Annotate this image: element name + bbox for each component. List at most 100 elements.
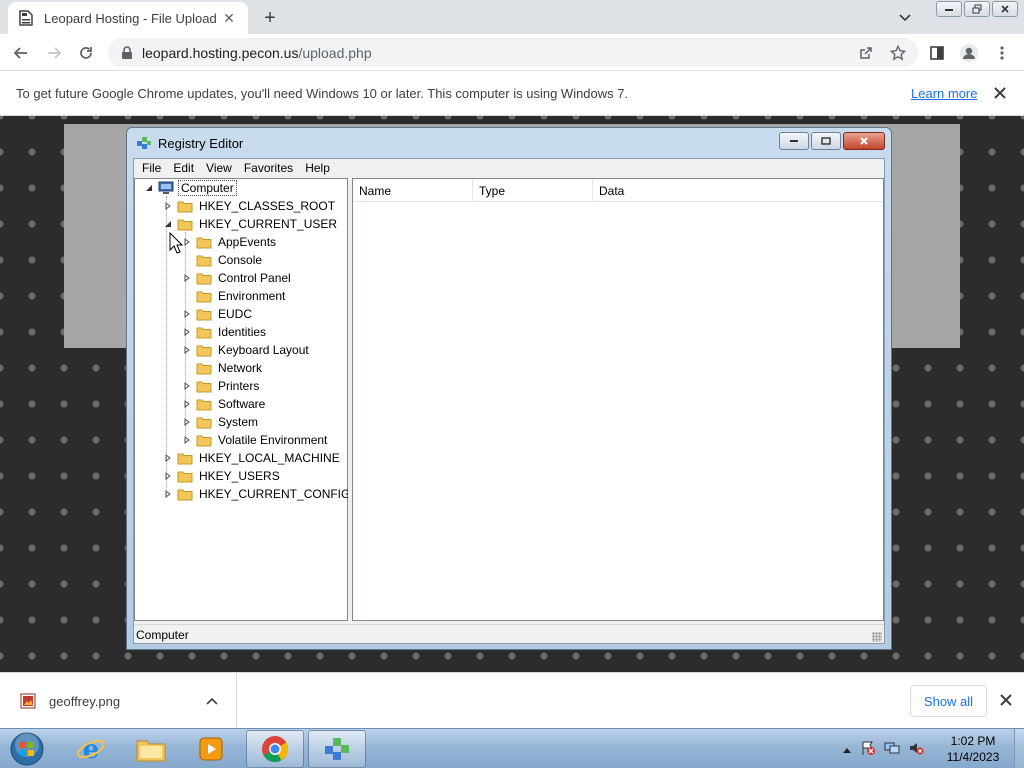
tree-node-key[interactable]: System xyxy=(182,413,260,431)
tree-node-key[interactable]: Keyboard Layout xyxy=(182,341,311,359)
tab-close-icon[interactable]: ✕ xyxy=(220,9,238,27)
tree-node-key[interactable]: Volatile Environment xyxy=(182,431,329,449)
tree-node-key[interactable]: Console xyxy=(182,251,264,269)
tree-node-hive[interactable]: HKEY_CLASSES_ROOT xyxy=(163,197,337,215)
download-bar-close-icon[interactable] xyxy=(996,690,1016,710)
network-icon[interactable] xyxy=(884,740,900,759)
expand-triangle-icon[interactable] xyxy=(182,273,192,283)
lock-icon[interactable] xyxy=(120,45,134,60)
expand-triangle-icon[interactable] xyxy=(182,327,192,337)
tree-node-key[interactable]: EUDC xyxy=(182,305,254,323)
tree-node-key[interactable]: Environment xyxy=(182,287,287,305)
minimize-button[interactable] xyxy=(936,1,962,17)
chrome-icon xyxy=(262,736,289,763)
folder-icon xyxy=(196,379,212,393)
taskbar-registry-editor[interactable] xyxy=(308,730,366,768)
taskbar-internet-explorer[interactable]: e xyxy=(62,730,120,768)
registry-window-controls xyxy=(779,132,885,150)
new-tab-button[interactable]: + xyxy=(258,6,282,30)
menu-edit[interactable]: Edit xyxy=(167,161,200,175)
expand-triangle-icon[interactable] xyxy=(163,453,173,463)
learn-more-link[interactable]: Learn more xyxy=(911,86,977,101)
menu-favorites[interactable]: Favorites xyxy=(238,161,299,175)
collapse-triangle-icon[interactable] xyxy=(163,219,173,229)
tree-label: HKEY_CURRENT_USER xyxy=(199,217,338,231)
tree-label: Printers xyxy=(218,379,260,393)
close-button[interactable] xyxy=(992,1,1018,17)
forward-button[interactable] xyxy=(41,40,67,66)
tree-node-key[interactable]: Printers xyxy=(182,377,261,395)
tree-node-hive[interactable]: HKEY_USERS xyxy=(163,467,282,485)
menu-view[interactable]: View xyxy=(200,161,238,175)
expand-triangle-icon[interactable] xyxy=(163,201,173,211)
tab-search-chevron-icon[interactable] xyxy=(895,8,915,28)
status-path: Computer xyxy=(136,627,189,642)
taskbar-media-player[interactable] xyxy=(182,730,240,768)
share-icon[interactable] xyxy=(853,40,879,66)
taskbar-file-explorer[interactable] xyxy=(122,730,180,768)
folder-icon xyxy=(196,253,212,267)
folder-icon xyxy=(136,740,166,762)
back-button[interactable] xyxy=(8,40,34,66)
tree-node-key[interactable]: Network xyxy=(182,359,264,377)
folder-icon xyxy=(196,415,212,429)
tree-node-key[interactable]: Control Panel xyxy=(182,269,293,287)
registry-tree[interactable]: Computer HKEY_CLASSES_ROOT HKEY_CURRENT_… xyxy=(134,178,350,621)
expand-triangle-icon[interactable] xyxy=(182,417,192,427)
column-header-type[interactable]: Type xyxy=(473,179,593,202)
resize-grip-icon[interactable] xyxy=(872,632,882,642)
menu-help[interactable]: Help xyxy=(299,161,336,175)
regedit-minimize-button[interactable] xyxy=(779,132,809,150)
tree-label: Identities xyxy=(218,325,267,339)
show-desktop-button[interactable] xyxy=(1014,729,1024,768)
action-center-flag-icon[interactable] xyxy=(860,740,876,759)
browser-window-controls xyxy=(936,1,1018,17)
restore-button[interactable] xyxy=(964,1,990,17)
menu-kebab-icon[interactable] xyxy=(989,40,1015,66)
taskbar-chrome[interactable] xyxy=(246,730,304,768)
expand-triangle-icon[interactable] xyxy=(163,489,173,499)
registry-values-list[interactable]: Name Type Data xyxy=(352,178,884,621)
chevron-up-icon[interactable] xyxy=(202,691,222,711)
tree-node-key[interactable]: AppEvents xyxy=(182,233,278,251)
regedit-close-button[interactable] xyxy=(843,132,885,150)
tree-node-computer[interactable]: Computer xyxy=(144,179,237,197)
tray-expand-icon[interactable] xyxy=(842,742,852,757)
expand-triangle-icon[interactable] xyxy=(182,345,192,355)
taskbar-clock[interactable]: 1:02 PM 11/4/2023 xyxy=(932,733,1014,765)
tree-node-hive[interactable]: HKEY_CURRENT_CONFIG xyxy=(163,485,352,503)
registry-menubar: File Edit View Favorites Help xyxy=(134,159,884,177)
regedit-maximize-button[interactable] xyxy=(811,132,841,150)
reload-button[interactable] xyxy=(73,40,99,66)
tree-node-hive[interactable]: HKEY_CURRENT_USER xyxy=(163,215,339,233)
tree-node-key[interactable]: Software xyxy=(182,395,267,413)
expand-triangle-icon[interactable] xyxy=(182,309,192,319)
volume-muted-icon[interactable] xyxy=(908,740,924,759)
column-header-name[interactable]: Name xyxy=(353,179,473,202)
tree-node-hive[interactable]: HKEY_LOCAL_MACHINE xyxy=(163,449,342,467)
expand-triangle-icon[interactable] xyxy=(163,471,173,481)
download-item[interactable]: geoffrey.png xyxy=(0,673,237,729)
folder-icon xyxy=(196,397,212,411)
expand-triangle-icon[interactable] xyxy=(182,381,192,391)
folder-icon xyxy=(196,361,212,375)
address-bar[interactable]: leopard.hosting.pecon.us/upload.php xyxy=(108,38,918,67)
remote-desktop-view[interactable]: Registry Editor File Edit View Favorites xyxy=(0,116,1024,672)
folder-icon xyxy=(196,271,212,285)
show-all-button[interactable]: Show all xyxy=(910,685,987,717)
expand-triangle-icon[interactable] xyxy=(182,435,192,445)
profile-avatar-icon[interactable] xyxy=(956,40,982,66)
menu-file[interactable]: File xyxy=(136,161,167,175)
bookmark-star-icon[interactable] xyxy=(885,40,911,66)
registry-editor-titlebar[interactable]: Registry Editor xyxy=(133,128,885,158)
tree-node-key[interactable]: Identities xyxy=(182,323,268,341)
column-header-data[interactable]: Data xyxy=(593,179,883,202)
tab-leopard-hosting[interactable]: Leopard Hosting - File Upload ✕ xyxy=(8,2,248,34)
side-panel-icon[interactable] xyxy=(924,40,950,66)
tree-label: HKEY_CURRENT_CONFIG xyxy=(199,487,351,501)
expand-triangle-icon[interactable] xyxy=(182,237,192,247)
expand-triangle-icon[interactable] xyxy=(182,399,192,409)
infobar-close-icon[interactable] xyxy=(990,83,1010,103)
collapse-triangle-icon[interactable] xyxy=(144,183,154,193)
start-button[interactable] xyxy=(4,730,50,768)
